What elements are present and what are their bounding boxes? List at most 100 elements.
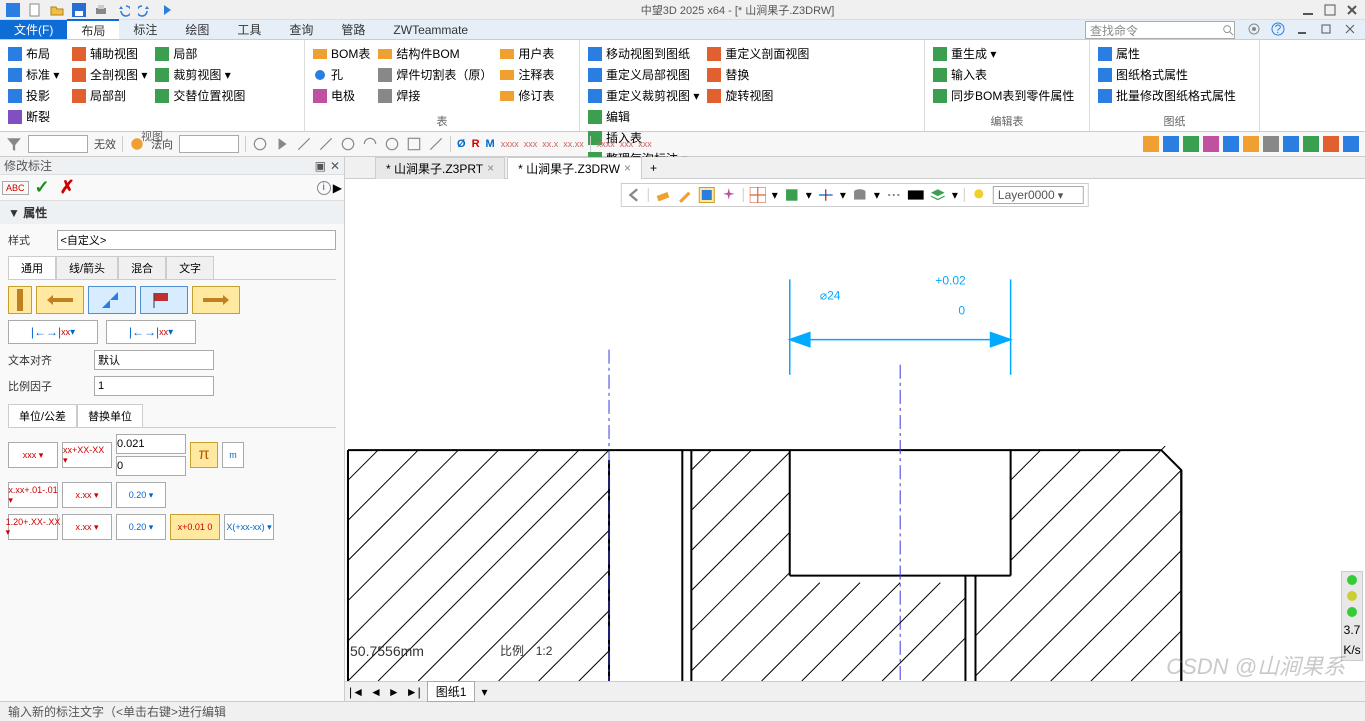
- inner-restore-icon[interactable]: [1319, 22, 1333, 36]
- ritem-standard[interactable]: 标准 ▾: [6, 65, 66, 84]
- save-icon[interactable]: [72, 3, 86, 17]
- vbar-btn[interactable]: [8, 286, 32, 314]
- filter-input[interactable]: [28, 135, 88, 153]
- dimline-btn2[interactable]: |←→|xx ▾: [106, 320, 196, 344]
- panel-pin-icon[interactable]: ▣: [315, 159, 326, 173]
- ct-bulb-icon[interactable]: [971, 187, 987, 203]
- file-menu[interactable]: 文件(F): [0, 20, 67, 39]
- arrow-right-btn[interactable]: [192, 286, 240, 314]
- ritem-weld[interactable]: 焊接: [376, 86, 494, 105]
- open-icon[interactable]: [50, 3, 64, 17]
- subtab-general[interactable]: 通用: [8, 256, 56, 279]
- tb-ico8[interactable]: [406, 136, 422, 152]
- textalign-input[interactable]: [94, 350, 214, 370]
- tab-draw[interactable]: 绘图: [171, 20, 223, 39]
- sheet-add-icon[interactable]: ▾: [481, 685, 487, 699]
- ct-eraser-icon[interactable]: [655, 187, 671, 203]
- angle-btn[interactable]: [88, 286, 136, 314]
- ritem-batchformat[interactable]: 批量修改图纸格式属性: [1096, 86, 1238, 105]
- ritem-structbom[interactable]: 结构件BOM: [376, 44, 494, 63]
- command-search[interactable]: 查找命令: [1085, 21, 1235, 39]
- style-input[interactable]: [57, 230, 337, 250]
- tol-upper-input[interactable]: [116, 434, 186, 454]
- close-tab-icon[interactable]: ×: [487, 161, 494, 175]
- rtool10[interactable]: [1323, 136, 1339, 152]
- redo-icon[interactable]: [138, 3, 152, 17]
- r-symbol[interactable]: R: [472, 138, 480, 150]
- expand-icon[interactable]: ▶: [333, 181, 342, 195]
- tol-cell-7[interactable]: 0.20 ▾: [116, 514, 166, 540]
- dia-symbol[interactable]: Ø: [457, 138, 466, 150]
- ritem-usertable[interactable]: 用户表: [498, 44, 558, 63]
- tb-ico6[interactable]: [362, 136, 378, 152]
- rtool9[interactable]: [1303, 136, 1319, 152]
- ritem-layout[interactable]: 布局: [6, 44, 66, 63]
- normal-icon[interactable]: [129, 136, 145, 152]
- tol-cell-xxpm[interactable]: xx+XX-XX ▾: [62, 442, 112, 468]
- close-icon[interactable]: [1345, 3, 1359, 17]
- m-btn[interactable]: m: [222, 442, 244, 468]
- ct-dots-icon[interactable]: [886, 187, 902, 203]
- tb-ico2[interactable]: [274, 136, 290, 152]
- ritem-sheetformat[interactable]: 图纸格式属性: [1096, 65, 1238, 84]
- tab-query[interactable]: 查询: [275, 20, 327, 39]
- add-tab-icon[interactable]: +: [644, 161, 663, 175]
- ritem-break[interactable]: 断裂: [6, 107, 66, 126]
- ct-black-icon[interactable]: [908, 187, 924, 203]
- print-icon[interactable]: [94, 3, 108, 17]
- ritem-altpos[interactable]: 交替位置视图: [153, 86, 247, 105]
- tol-cell-9[interactable]: X(+xx-xx) ▾: [224, 514, 274, 540]
- cancel-button[interactable]: ✗: [56, 177, 79, 198]
- ritem-project[interactable]: 投影: [6, 86, 66, 105]
- sheet-tab[interactable]: 图纸1: [427, 681, 476, 702]
- tol-lower-input[interactable]: [116, 456, 186, 476]
- tol-cell-3[interactable]: x.xx ▾: [62, 482, 112, 508]
- ritem-weldcut[interactable]: 焊件切割表（原）: [376, 65, 494, 84]
- ritem-replace[interactable]: 替换: [705, 65, 811, 84]
- rtool11[interactable]: [1343, 136, 1359, 152]
- ct-pencil-icon[interactable]: [677, 187, 693, 203]
- rtool3[interactable]: [1183, 136, 1199, 152]
- ct-box-icon[interactable]: [784, 187, 800, 203]
- subtab-text[interactable]: 文字: [166, 256, 214, 279]
- m-symbol[interactable]: M: [486, 138, 495, 150]
- ct-grid-icon[interactable]: [750, 187, 766, 203]
- ritem-bom[interactable]: BOM表: [311, 44, 372, 63]
- ct-wand-icon[interactable]: [721, 187, 737, 203]
- tb-ico7[interactable]: [384, 136, 400, 152]
- ritem-redefdetail[interactable]: 重定义局部视图: [586, 65, 701, 84]
- drawing-canvas[interactable]: ⌀24 +0.02 0: [345, 179, 1365, 681]
- layer-dropdown[interactable]: Layer0000 ▾: [993, 186, 1084, 204]
- ritem-revtable[interactable]: 修订表: [498, 86, 558, 105]
- new-icon[interactable]: [28, 3, 42, 17]
- tab-annotate[interactable]: 标注: [119, 20, 171, 39]
- tol-cell-8[interactable]: x+0.01 0: [170, 514, 220, 540]
- tab-zwteammate[interactable]: ZWTeammate: [379, 20, 482, 39]
- ritem-detail[interactable]: 局部: [153, 44, 247, 63]
- ritem-rotateview[interactable]: 旋转视图: [705, 86, 811, 105]
- ritem-notetable[interactable]: 注释表: [498, 65, 558, 84]
- panel-close-icon[interactable]: ✕: [330, 159, 340, 173]
- undo-icon[interactable]: [116, 3, 130, 17]
- help-icon[interactable]: ?: [1271, 22, 1285, 36]
- info-icon[interactable]: i: [317, 181, 331, 195]
- tb-ico5[interactable]: [340, 136, 356, 152]
- ritem-hole[interactable]: 孔: [311, 65, 372, 84]
- ritem-regen[interactable]: 重生成 ▾: [931, 44, 1076, 63]
- inner-minimize-icon[interactable]: [1295, 22, 1309, 36]
- doc-tab-prt[interactable]: * 山涧果子.Z3PRT×: [375, 157, 505, 179]
- sheet-first-icon[interactable]: |◄: [349, 685, 364, 699]
- ritem-moveview[interactable]: 移动视图到图纸: [586, 44, 701, 63]
- flag-btn[interactable]: [140, 286, 188, 314]
- rtool2[interactable]: [1163, 136, 1179, 152]
- rtool8[interactable]: [1283, 136, 1299, 152]
- tol-cell-6[interactable]: x.xx ▾: [62, 514, 112, 540]
- tab-piping[interactable]: 管路: [327, 20, 379, 39]
- normal-input[interactable]: [179, 135, 239, 153]
- ritem-auxview[interactable]: 辅助视图: [70, 44, 149, 63]
- rtool7[interactable]: [1263, 136, 1279, 152]
- inner-close-icon[interactable]: [1343, 22, 1357, 36]
- ritem-inputtable[interactable]: 输入表: [931, 65, 1076, 84]
- rtool5[interactable]: [1223, 136, 1239, 152]
- subtab-altunit[interactable]: 替换单位: [77, 404, 143, 427]
